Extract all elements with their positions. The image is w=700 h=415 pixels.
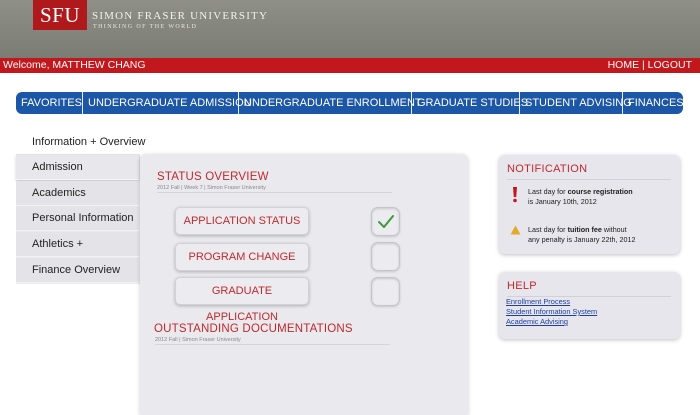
warning-icon [510,225,521,235]
program-change-checkbox[interactable] [371,242,400,271]
nav-finances[interactable]: FINANCES [623,92,684,114]
nav-graduate-studies[interactable]: GRADUATE STUDIES [412,92,528,114]
university-name: SIMON FRASER UNIVERSITY [92,10,269,22]
notification-item-registration: Last day for course registration is Janu… [528,187,633,206]
sidebar-item-personal-information[interactable]: Personal Information [16,206,139,231]
welcome-bar: Welcome, MATTHEW CHANG HOME | LOGOUT [0,58,700,73]
outstanding-documentations-title: OUTSTANDING DOCUMENTATIONS [154,323,353,335]
notification-divider [507,179,671,180]
status-overview-divider [157,192,392,193]
welcome-message: Welcome, MATTHEW CHANG [3,59,146,71]
status-overview-title: STATUS OVERVIEW [157,171,269,183]
nav-undergraduate-admission[interactable]: UNDERGRADUATE ADMISSION [83,92,252,114]
outstanding-documentations-subtitle: 2012 Fall | Simon Fraser University [155,337,241,343]
sfu-logo[interactable]: SFU [33,0,87,30]
outstanding-documentations-divider [155,344,390,345]
home-link[interactable]: HOME [608,59,640,71]
help-link-student-information-system[interactable]: Student Information System [506,307,597,316]
sidebar-item-admission[interactable]: Admission [16,155,139,180]
help-title: HELP [507,280,537,292]
main-nav: FAVORITES UNDERGRADUATE ADMISSION UNDERG… [16,92,684,114]
sidebar-item-information-overview[interactable]: Information + Overview [32,136,145,148]
notification-panel: NOTIFICATION Last day for course registr… [499,155,680,254]
sidebar-item-athletics-recreation[interactable]: Athletics + Recreation [16,232,139,275]
application-status-checkbox[interactable] [371,207,400,236]
site-header: SFU SIMON FRASER UNIVERSITY THINKING OF … [0,0,700,58]
nav-undergraduate-enrollment[interactable]: UNDERGRADUATE ENROLLMENT [239,92,422,114]
sidebar-item-academics[interactable]: Academics [16,181,139,206]
link-separator: | [642,59,645,71]
graduate-application-button[interactable]: GRADUATE APPLICATION [175,277,309,323]
help-panel: HELP Enrollment Process Student Informat… [499,272,680,339]
application-status-button[interactable]: APPLICATION STATUS [175,207,309,235]
checkmark-icon [378,215,394,228]
help-link-enrollment-process[interactable]: Enrollment Process [506,297,570,306]
notification-title: NOTIFICATION [507,163,588,175]
notification-item-tuition: Last day for tuition fee without any pen… [528,225,636,244]
help-link-academic-advising[interactable]: Academic Advising [506,317,568,326]
nav-student-advising[interactable]: STUDENT ADVISING [520,92,632,114]
top-links: HOME | LOGOUT [608,58,692,73]
exclamation-icon [513,187,517,203]
sidebar-item-finance-overview[interactable]: Finance Overview [16,258,139,283]
university-tagline: THINKING OF THE WORLD [93,24,198,30]
logout-link[interactable]: LOGOUT [648,59,692,71]
graduate-application-checkbox[interactable] [371,277,400,306]
status-overview-subtitle: 2012 Fall | Week 7 | Simon Fraser Univer… [157,185,266,191]
program-change-button[interactable]: PROGRAM CHANGE [175,243,309,271]
nav-favorites[interactable]: FAVORITES [16,92,83,114]
